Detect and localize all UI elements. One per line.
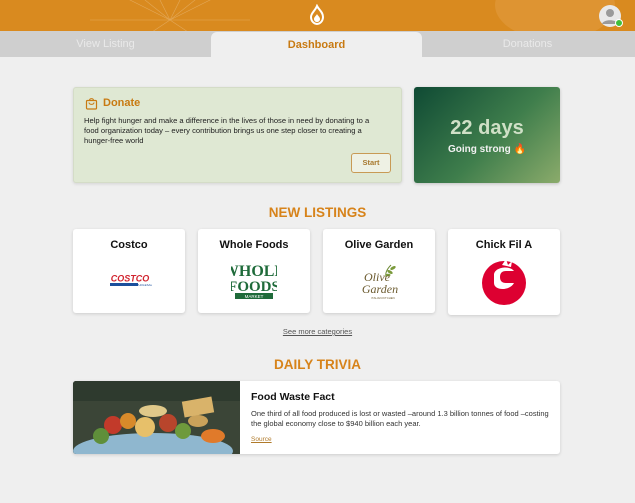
tab-donations[interactable]: Donations xyxy=(422,31,633,57)
svg-text:WHOLE: WHOLE xyxy=(231,263,277,280)
whole-foods-logo: WHOLE FOODS MARKET xyxy=(231,263,277,299)
user-avatar-icon[interactable] xyxy=(598,5,623,27)
svg-text:FOODS: FOODS xyxy=(231,279,277,295)
source-link[interactable]: Source xyxy=(251,436,272,443)
trivia-card: Food Waste Fact One third of all food pr… xyxy=(73,381,560,454)
shopping-bag-icon xyxy=(85,98,98,110)
olive-garden-logo: Olive Garden ITALIAN KITCHEN xyxy=(362,264,398,300)
costco-logo: COSTCO WHOLESALE xyxy=(108,274,152,287)
chick-fil-a-logo xyxy=(482,259,526,305)
listing-card-whole-foods[interactable]: Whole Foods WHOLE FOODS MARKET xyxy=(198,229,310,313)
new-listings-title: NEW LISTINGS xyxy=(268,205,367,220)
listing-name: Chick Fil A xyxy=(475,239,533,251)
trivia-card-title: Food Waste Fact xyxy=(251,391,335,403)
svg-text:Garden: Garden xyxy=(362,282,398,296)
decorative-blob xyxy=(495,0,615,31)
top-bar xyxy=(0,0,635,31)
donate-card: Donate Help fight hunger and make a diff… xyxy=(73,87,402,183)
listing-name: Whole Foods xyxy=(219,239,289,251)
listing-card-chick-fil-a[interactable]: Chick Fil A xyxy=(448,229,560,315)
donate-description: Help fight hunger and make a difference … xyxy=(84,116,370,145)
trivia-text: One third of all food produced is lost o… xyxy=(251,409,549,428)
listing-card-olive-garden[interactable]: Olive Garden Olive Garden ITALIAN KITCHE… xyxy=(323,229,435,313)
listing-name: Olive Garden xyxy=(344,239,414,251)
see-more-link[interactable]: See more categories xyxy=(0,327,635,336)
svg-text:COSTCO: COSTCO xyxy=(111,274,150,284)
food-waste-photo xyxy=(73,381,240,454)
svg-text:MARKET: MARKET xyxy=(245,294,264,299)
online-status-dot xyxy=(615,19,623,27)
svg-text:WHOLESALE: WHOLESALE xyxy=(136,283,152,287)
decorative-rays xyxy=(90,0,250,31)
streak-days: 22 days xyxy=(450,117,524,139)
start-button[interactable]: Start xyxy=(351,153,391,173)
tab-dashboard[interactable]: Dashboard xyxy=(211,32,422,58)
flame-hand-icon[interactable] xyxy=(306,4,328,26)
listing-card-costco[interactable]: Costco COSTCO WHOLESALE xyxy=(73,229,185,313)
tab-bar: View Listing Dashboard Donations xyxy=(0,31,635,58)
tab-view-listing[interactable]: View Listing xyxy=(0,31,211,57)
listing-name: Costco xyxy=(110,239,148,251)
daily-trivia-title: DAILY TRIVIA xyxy=(273,357,362,372)
streak-card: 22 days Going strong 🔥 xyxy=(414,87,560,183)
streak-status: Going strong 🔥 xyxy=(448,144,526,155)
svg-text:ITALIAN KITCHEN: ITALIAN KITCHEN xyxy=(371,296,394,300)
donate-title: Donate xyxy=(103,97,141,109)
